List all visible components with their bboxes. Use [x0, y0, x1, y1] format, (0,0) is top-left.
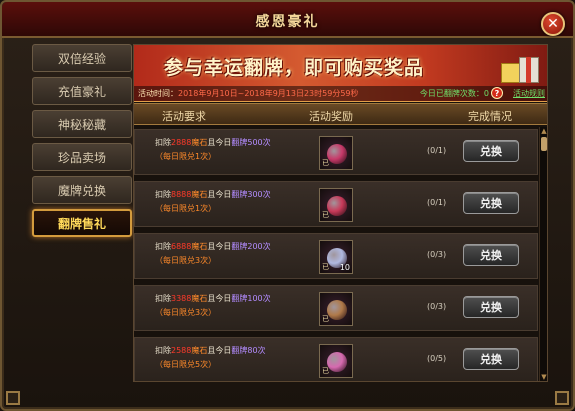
exchange-button[interactable]: 兑换 — [463, 348, 519, 370]
scroll-down-icon[interactable]: ▼ — [540, 373, 547, 381]
daily-limit: （每日限兑3次） — [155, 308, 217, 317]
banner-info-bar: 活动时间：2018年9月10日~2018年9月13日23时59分59秒 今日已翻… — [134, 86, 547, 101]
main-panel: 参与幸运翻牌，即可购买奖品 活动时间：2018年9月10日~2018年9月13日… — [133, 44, 548, 382]
table-row: 扣除6888魔石且今日翻牌200次 （每日限兑3次） 已 10 (0/3) 兑换 — [134, 233, 538, 279]
progress-count: (0/1) — [427, 146, 447, 155]
exchange-button[interactable]: 兑换 — [463, 244, 519, 266]
daily-limit: （每日限兑3次） — [155, 256, 217, 265]
requirement-text: 扣除2588魔石且今日翻牌80次 （每日限兑5次） — [155, 346, 266, 369]
table-row: 扣除8888魔石且今日翻牌300次 （每日限兑1次） 已 (0/1) 兑换 — [134, 181, 538, 227]
silver-potion-icon[interactable]: 已 10 — [319, 240, 353, 274]
sidebar-item[interactable]: 充值豪礼 — [32, 77, 132, 105]
sidebar-item[interactable]: 珍品卖场 — [32, 143, 132, 171]
progress-count: (0/1) — [427, 198, 447, 207]
crimson-orb-icon[interactable]: 已 — [319, 188, 353, 222]
gift-box-icon — [499, 49, 543, 85]
sidebar-item[interactable]: 神秘秘藏 — [32, 110, 132, 138]
title-bar: 感恩豪礼 ✕ — [2, 2, 573, 38]
exchange-button[interactable]: 兑换 — [463, 192, 519, 214]
sidebar-item[interactable]: 双倍经验 — [32, 44, 132, 72]
bronze-scroll-icon[interactable]: 已 — [319, 292, 353, 326]
scroll-thumb[interactable] — [541, 137, 547, 151]
help-icon[interactable]: ? — [491, 87, 503, 99]
banner-headline: 参与幸运翻牌，即可购买奖品 — [164, 57, 425, 79]
requirement-text: 扣除3388魔石且今日翻牌100次 （每日限兑3次） — [155, 294, 271, 317]
reward-list: 扣除2888魔石且今日翻牌500次 （每日限兑1次）已 (0/1) 兑换 扣除8888魔… — [134, 127, 538, 381]
crimson-orb-icon[interactable]: 已 — [319, 136, 353, 170]
header-reward: 活动奖励 — [309, 110, 353, 123]
exchange-button[interactable]: 兑换 — [463, 296, 519, 318]
banner: 参与幸运翻牌，即可购买奖品 活动时间：2018年9月10日~2018年9月13日… — [134, 45, 547, 102]
daily-limit: （每日限兑1次） — [155, 152, 217, 161]
requirement-text: 扣除8888魔石且今日翻牌300次 （每日限兑1次） — [155, 190, 271, 213]
flip-count: 今日已翻牌次数：0 — [419, 89, 489, 98]
requirement-text: 扣除2888魔石且今日翻牌500次 （每日限兑1次） — [155, 138, 271, 161]
header-status: 完成情况 — [468, 110, 512, 123]
progress-count: (0/5) — [427, 354, 447, 363]
scroll-up-icon[interactable]: ▲ — [540, 127, 547, 135]
header-requirement: 活动要求 — [162, 110, 206, 123]
corner-ornament — [555, 391, 569, 405]
requirement-text: 扣除6888魔石且今日翻牌200次 （每日限兑3次） — [155, 242, 271, 265]
corner-ornament — [6, 391, 20, 405]
activity-time: 活动时间：2018年9月10日~2018年9月13日23时59分59秒 — [138, 89, 359, 98]
table-row: 扣除2588魔石且今日翻牌80次 （每日限兑5次） 已 (0/5) 兑换 — [134, 337, 538, 381]
sidebar: 双倍经验充值豪礼神秘秘藏珍品卖场魔牌兑换翻牌售礼 — [32, 44, 132, 384]
close-icon[interactable]: ✕ — [541, 12, 565, 36]
table-row: 扣除3388魔石且今日翻牌100次 （每日限兑3次） 已 (0/3) 兑换 — [134, 285, 538, 331]
activity-window: 感恩豪礼 ✕ 双倍经验充值豪礼神秘秘藏珍品卖场魔牌兑换翻牌售礼 参与幸运翻牌，即… — [0, 0, 575, 411]
window-title: 感恩豪礼 — [255, 14, 320, 30]
daily-limit: （每日限兑1次） — [155, 204, 217, 213]
sidebar-item[interactable]: 魔牌兑换 — [32, 176, 132, 204]
rules-link[interactable]: 活动规则 — [513, 88, 545, 99]
daily-limit: （每日限兑5次） — [155, 360, 217, 369]
sidebar-item[interactable]: 翻牌售礼 — [32, 209, 132, 237]
table-row: 扣除2888魔石且今日翻牌500次 （每日限兑1次） 已 (0/1) 兑换 — [134, 129, 538, 175]
progress-count: (0/3) — [427, 250, 447, 259]
exchange-button[interactable]: 兑换 — [463, 140, 519, 162]
progress-count: (0/3) — [427, 302, 447, 311]
scrollbar[interactable]: ▲ ▼ — [539, 127, 547, 381]
rose-gem-icon[interactable]: 已 — [319, 344, 353, 378]
table-header: 活动要求 活动奖励 完成情况 — [134, 103, 547, 125]
